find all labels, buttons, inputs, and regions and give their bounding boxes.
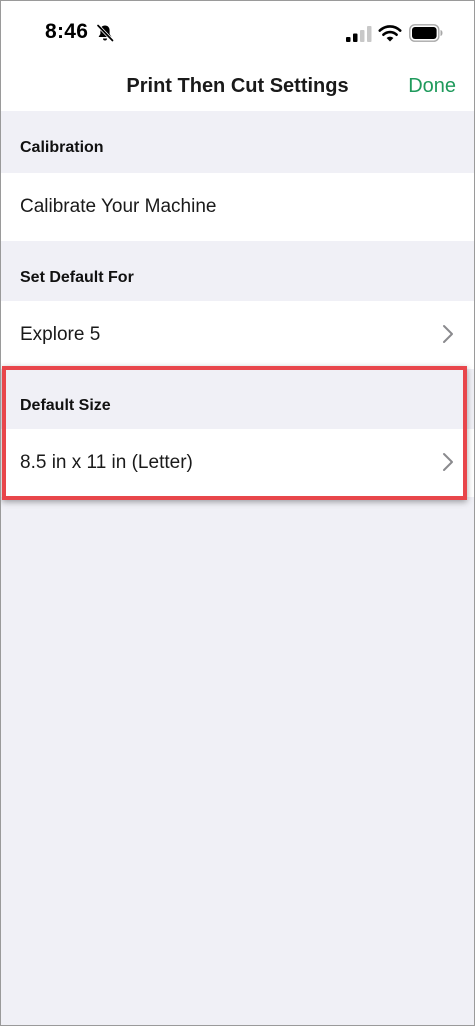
status-bar: 8:46 [1,1,474,63]
app-screen: 8:46 Print Then Cut Settings Done Calibr… [0,0,475,1026]
navigation-bar: Print Then Cut Settings Done [1,63,474,111]
machine-select-row[interactable]: Explore 5 [1,301,474,369]
section-header-label: Default Size [20,397,111,414]
section-header-label: Set Default For [20,269,134,286]
battery-icon [409,24,443,42]
default-size-row[interactable]: 8.5 in x 11 in (Letter) [1,429,474,497]
section-header-set-default-for: Set Default For [1,241,474,301]
done-button[interactable]: Done [408,75,456,98]
chevron-right-icon [443,325,453,343]
cellular-signal-icon [346,26,372,42]
section-header-default-size: Default Size [1,369,474,429]
row-label: Calibrate Your Machine [20,196,217,217]
section-header-calibration: Calibration [1,111,474,171]
bell-slash-icon [96,24,114,42]
section-header-label: Calibration [20,139,104,156]
row-label: 8.5 in x 11 in (Letter) [20,452,193,473]
wifi-icon [378,25,402,42]
row-label: Explore 5 [20,324,101,345]
page-title: Print Then Cut Settings [126,75,349,97]
status-time: 8:46 [45,20,89,43]
chevron-right-icon [443,453,453,471]
calibrate-machine-row[interactable]: Calibrate Your Machine [1,173,474,241]
